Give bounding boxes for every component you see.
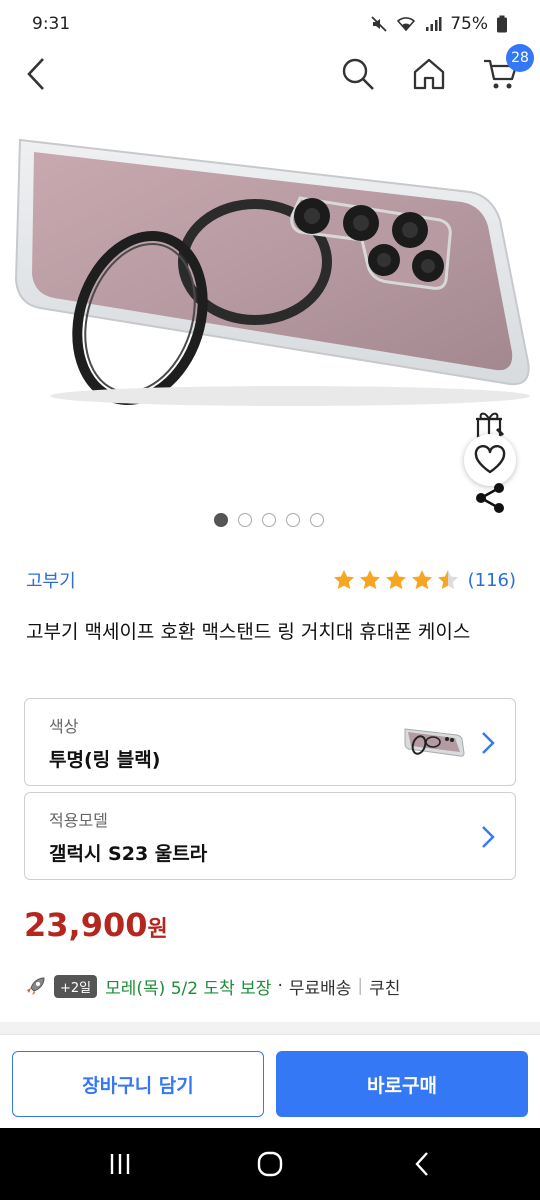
back-arrow-icon [27, 58, 44, 90]
chevron-right-icon [477, 823, 499, 851]
home-button[interactable] [407, 52, 451, 96]
rating-stars [332, 568, 460, 592]
status-time: 9:31 [32, 14, 71, 34]
product-image [14, 138, 530, 406]
add-to-cart-button[interactable]: 장바구니 담기 [12, 1051, 264, 1117]
share-icon [476, 483, 504, 513]
status-bar: 9:31 75% [0, 0, 540, 48]
carousel-indicator [214, 513, 324, 527]
app-header: 28 [0, 44, 540, 100]
courier-label: 쿠친 [369, 978, 401, 999]
mute-icon [371, 16, 387, 32]
rocket-icon [27, 977, 45, 995]
heart-icon [474, 445, 506, 474]
price-amount: 23,900 [24, 906, 148, 944]
model-option-selector[interactable]: 적용모델 갤럭시 S23 울트라 [24, 792, 516, 880]
share-button[interactable] [470, 478, 510, 518]
arrival-guarantee: 모레(목) 5/2 도착 보장 [105, 978, 272, 999]
option-label: 적용모델 [49, 811, 108, 830]
product-title: 고부기 맥세이프 호환 맥스탠드 링 거치대 휴대폰 케이스 [26, 621, 471, 643]
option-thumbnail [404, 728, 465, 757]
option-label: 색상 [49, 717, 79, 736]
recent-apps-icon [110, 1154, 130, 1174]
star-icon [437, 570, 458, 590]
color-option-selector[interactable]: 색상 투명(링 블랙) [24, 698, 516, 786]
recent-apps-button[interactable] [100, 1146, 140, 1182]
price-unit: 원 [147, 917, 168, 942]
option-value: 갤럭시 S23 울트라 [49, 843, 208, 865]
search-button[interactable] [336, 52, 380, 96]
search-icon [342, 58, 374, 90]
system-navigation-bar [0, 1128, 540, 1200]
system-back-icon [415, 1152, 428, 1176]
home-icon [413, 58, 445, 90]
brand-link[interactable]: 고부기 [26, 567, 76, 593]
section-divider [0, 1022, 540, 1034]
delivery-separator: | [357, 976, 364, 996]
rating-summary[interactable]: (116) [332, 568, 516, 592]
product-image-carousel[interactable] [0, 100, 540, 540]
cart-count-badge: 28 [506, 44, 534, 72]
free-shipping-label: 무료배송 [288, 978, 352, 999]
back-button[interactable] [14, 52, 58, 96]
review-count: (116) [467, 569, 516, 591]
delivery-dot: · [277, 976, 283, 996]
system-back-button[interactable] [402, 1146, 442, 1182]
star-icon [385, 570, 406, 590]
product-price: 23,900원 [24, 906, 168, 944]
carousel-dot[interactable] [214, 513, 228, 527]
bottom-action-bar: 장바구니 담기 바로구매 [0, 1034, 540, 1126]
star-icon [333, 570, 354, 590]
star-icon [359, 570, 380, 590]
delivery-extra-days-badge: +2일 [54, 974, 98, 998]
signal-icon [426, 17, 442, 31]
carousel-dot[interactable] [310, 513, 324, 527]
delivery-info: +2일 모레(목) 5/2 도착 보장 · 무료배송 | 쿠친 [24, 970, 524, 1002]
cart-button[interactable]: 28 [478, 44, 534, 96]
carousel-dot[interactable] [238, 513, 252, 527]
status-icons: 75% [370, 14, 508, 34]
wifi-icon [397, 17, 416, 32]
star-icon [411, 570, 432, 590]
carousel-dot[interactable] [286, 513, 300, 527]
carousel-dot[interactable] [262, 513, 276, 527]
option-value: 투명(링 블랙) [49, 749, 161, 771]
battery-icon [497, 15, 507, 33]
brand-rating-row: 고부기 (116) [26, 566, 516, 594]
chevron-right-icon [477, 729, 499, 757]
home-circle-icon [257, 1151, 283, 1177]
battery-percent: 75% [450, 14, 488, 34]
buy-now-button[interactable]: 바로구매 [276, 1051, 528, 1117]
home-system-button[interactable] [250, 1146, 290, 1182]
